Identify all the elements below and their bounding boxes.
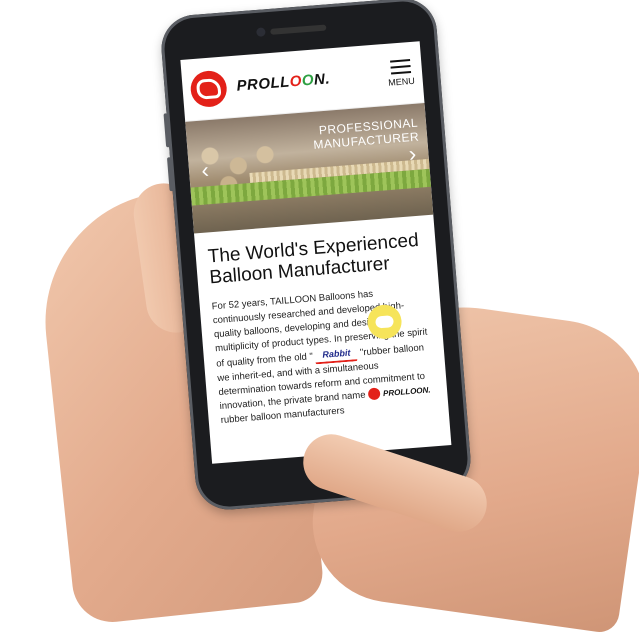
- speaker-grille: [270, 24, 327, 35]
- phone-screen: PROLLOON. MENU ‹ › PROFESSIONAL MANUFACT…: [180, 41, 452, 464]
- menu-button[interactable]: MENU: [387, 59, 416, 88]
- mini-brand-logo: PROLLOON.: [382, 385, 431, 399]
- smartphone: PROLLOON. MENU ‹ › PROFESSIONAL MANUFACT…: [158, 0, 474, 513]
- brand-prefix: PROLL: [235, 73, 291, 95]
- menu-label: MENU: [387, 75, 416, 88]
- page-heading: The World's Experienced Balloon Manufact…: [207, 229, 420, 289]
- volume-button: [163, 113, 171, 148]
- brand-logo[interactable]: PROLLOON.: [236, 70, 331, 94]
- chevron-left-icon[interactable]: ‹: [194, 157, 216, 182]
- rabbit-brand-logo: Rabbit: [314, 345, 359, 365]
- rabbit-logo-icon[interactable]: [189, 69, 229, 108]
- intro-paragraph: For 52 years, TAILLOON Balloons has cont…: [211, 283, 436, 428]
- rabbit-logo-icon: [367, 387, 381, 401]
- intro-section: The World's Experienced Balloon Manufact…: [194, 215, 450, 443]
- menu-icon: [389, 59, 411, 75]
- hero-slider[interactable]: ‹ › PROFESSIONAL MANUFACTURER: [185, 103, 434, 234]
- brand-suffix: N.: [313, 70, 331, 89]
- chevron-right-icon[interactable]: ›: [402, 141, 424, 166]
- front-camera-icon: [256, 27, 266, 37]
